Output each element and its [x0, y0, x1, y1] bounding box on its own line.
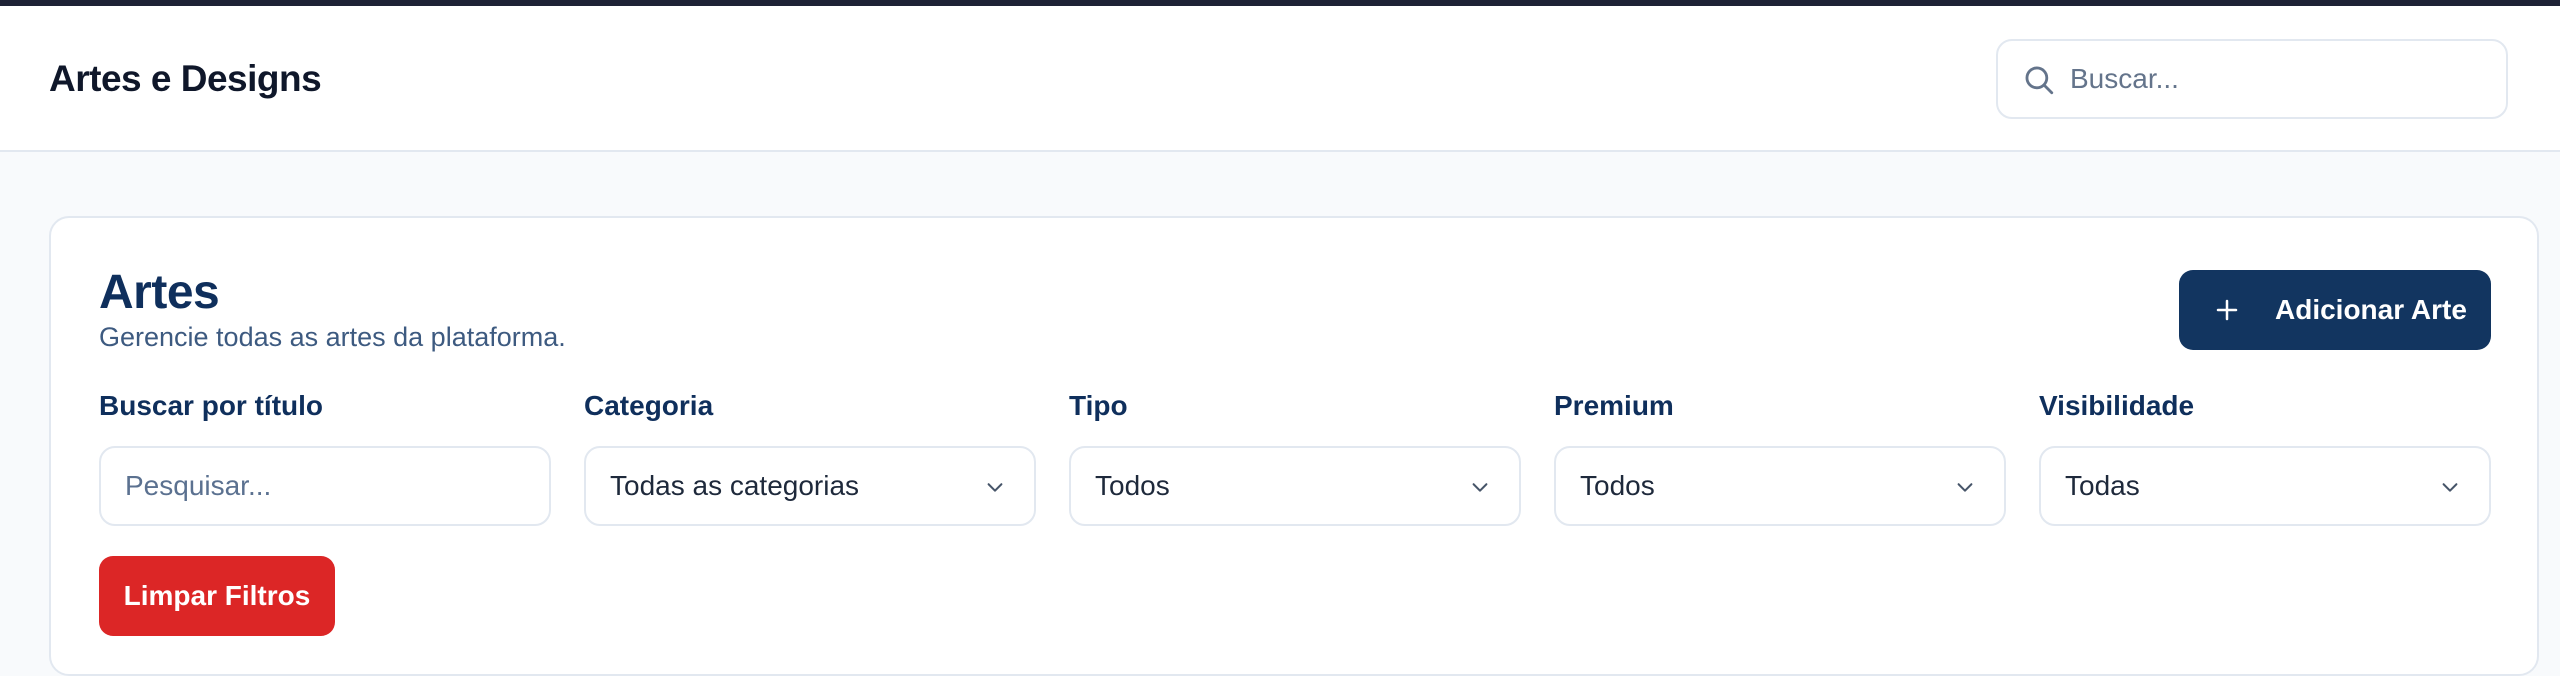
premium-select-value: Todos — [1580, 470, 1655, 501]
clear-filters-button[interactable]: Limpar Filtros — [99, 556, 335, 636]
add-art-button[interactable]: Adicionar Arte — [2179, 270, 2491, 350]
app-header: Artes e Designs — [0, 6, 2560, 152]
filter-title-search-label: Buscar por título — [99, 390, 324, 421]
chevron-down-icon — [2442, 483, 2458, 492]
global-search[interactable] — [1996, 39, 2508, 119]
filter-type: Tipo Todos — [1069, 390, 1521, 526]
visibility-select-value: Todas — [2065, 470, 2140, 501]
page-title: Artes — [99, 266, 220, 319]
search-icon — [2025, 66, 2054, 95]
filter-visibility-label: Visibilidade — [2039, 390, 2195, 421]
page-subtitle: Gerencie todas as artes da plataforma. — [99, 322, 566, 352]
artes-panel: Artes Gerencie todas as artes da platafo… — [49, 216, 2539, 676]
visibility-select[interactable]: Todas — [2039, 446, 2491, 526]
add-art-button-label: Adicionar Arte — [2275, 294, 2467, 325]
filter-visibility: Visibilidade Todas — [2039, 390, 2491, 526]
category-select[interactable]: Todas as categorias — [584, 446, 1036, 526]
category-select-value: Todas as categorias — [610, 470, 860, 501]
app-title: Artes e Designs — [49, 58, 322, 99]
global-search-input[interactable] — [2070, 43, 2490, 115]
title-search-input[interactable] — [101, 448, 549, 524]
chevron-down-icon — [1472, 483, 1488, 492]
filter-premium-label: Premium — [1554, 390, 1674, 421]
chevron-down-icon — [1957, 483, 1973, 492]
filter-category-label: Categoria — [584, 390, 714, 421]
filter-premium: Premium Todos — [1554, 390, 2006, 526]
premium-select[interactable]: Todos — [1554, 446, 2006, 526]
filter-category: Categoria Todas as categorias — [584, 390, 1036, 526]
filter-title-search: Buscar por título — [99, 390, 551, 526]
type-select[interactable]: Todos — [1069, 446, 1521, 526]
filter-title-search-field[interactable] — [99, 446, 551, 526]
chevron-down-icon — [987, 483, 1003, 492]
plus-icon — [2216, 299, 2238, 321]
type-select-value: Todos — [1095, 470, 1170, 501]
filter-type-label: Tipo — [1069, 390, 1128, 421]
